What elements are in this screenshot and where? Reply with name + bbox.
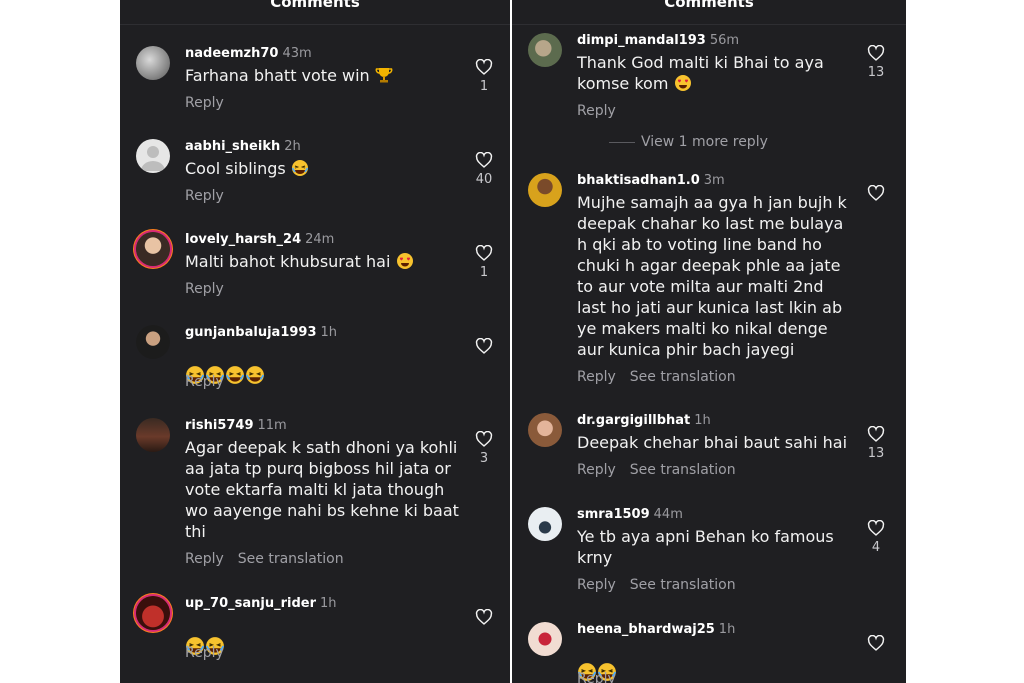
avatar[interactable] — [528, 622, 562, 656]
reply-button[interactable]: Reply — [185, 188, 224, 204]
heart-outline-icon — [475, 59, 493, 75]
timestamp: 44m — [653, 507, 683, 522]
laughing-face-icon — [245, 365, 265, 390]
username[interactable]: aabhi_sheikh — [185, 139, 280, 154]
like-button[interactable]: 40 — [472, 152, 496, 187]
comment-text: Ye tb aya apni Behan ko famous krny — [577, 527, 834, 567]
like-button[interactable]: 4 — [864, 520, 888, 555]
username[interactable]: lovely_harsh_24 — [185, 232, 301, 247]
see-translation-button[interactable]: See translation — [630, 369, 736, 385]
reply-button[interactable]: Reply — [185, 281, 224, 297]
username[interactable]: dr.gargigillbhat — [577, 413, 690, 428]
like-button[interactable] — [864, 635, 888, 651]
timestamp: 2h — [284, 139, 301, 154]
username[interactable]: up_70_sanju_rider — [185, 596, 316, 611]
like-button[interactable] — [472, 609, 496, 625]
see-translation-button[interactable]: See translation — [630, 577, 736, 593]
comment-text: Farhana bhatt vote win — [185, 65, 393, 89]
avatar[interactable] — [528, 173, 562, 207]
avatar[interactable] — [136, 232, 170, 266]
avatar[interactable] — [136, 418, 170, 452]
laughing-face-icon — [291, 159, 309, 182]
heart-outline-icon — [867, 185, 885, 201]
comment-text: Deepak chehar bhai baut sahi hai — [577, 433, 848, 452]
heart-outline-icon — [475, 152, 493, 168]
avatar[interactable] — [136, 596, 170, 630]
timestamp: 56m — [709, 33, 740, 48]
avatar[interactable] — [136, 325, 170, 359]
timestamp: 1h — [718, 622, 736, 637]
comments-panel-right: Comments dimpi_mandal193 56m Thank God ma… — [512, 0, 906, 683]
reply-button[interactable]: Reply — [185, 95, 224, 111]
avatar[interactable] — [136, 46, 170, 80]
heart-outline-icon — [475, 431, 493, 447]
like-button[interactable]: 13 — [864, 426, 888, 461]
like-count: 4 — [871, 540, 881, 555]
trophy-icon — [375, 66, 393, 89]
see-translation-button[interactable]: See translation — [630, 462, 736, 478]
timestamp: 3m — [703, 173, 725, 188]
heart-eyes-icon — [674, 74, 692, 97]
heart-outline-icon — [867, 45, 885, 61]
view-replies-button[interactable]: View 1 more reply — [609, 134, 768, 150]
heart-outline-icon — [475, 245, 493, 261]
timestamp: 1h — [320, 596, 337, 611]
panel-title: Comments — [270, 0, 360, 11]
username[interactable]: dimpi_mandal193 — [577, 33, 706, 48]
comment-text: Agar deepak k sath dhoni ya kohli aa jat… — [185, 438, 459, 541]
heart-outline-icon — [867, 520, 885, 536]
reply-button[interactable]: Reply — [185, 551, 224, 567]
heart-outline-icon — [475, 609, 493, 625]
heart-outline-icon — [867, 426, 885, 442]
reply-button[interactable]: Reply — [185, 645, 224, 661]
timestamp: 1h — [694, 413, 711, 428]
header-divider — [512, 24, 906, 25]
comment-text: Mujhe samajh aa gya h jan bujh k deepak … — [577, 193, 847, 359]
username[interactable]: bhaktisadhan1.0 — [577, 173, 700, 188]
timestamp: 1h — [320, 325, 338, 340]
like-button[interactable]: 3 — [472, 431, 496, 466]
username[interactable]: rishi5749 — [185, 418, 254, 433]
like-count: 1 — [479, 79, 489, 94]
reply-button[interactable]: Reply — [577, 577, 616, 593]
reply-button[interactable]: Reply — [185, 374, 224, 390]
like-button[interactable] — [864, 185, 888, 201]
like-button[interactable] — [472, 338, 496, 354]
avatar[interactable] — [528, 507, 562, 541]
comment-text: Cool siblings — [185, 158, 309, 182]
reply-button[interactable]: Reply — [577, 671, 616, 683]
default-profile-icon — [141, 146, 165, 171]
like-button[interactable]: 1 — [472, 59, 496, 94]
avatar[interactable] — [528, 413, 562, 447]
username[interactable]: gunjanbaluja1993 — [185, 325, 317, 340]
timestamp: 43m — [282, 46, 312, 61]
see-translation-button[interactable]: See translation — [238, 551, 344, 567]
timestamp: 11m — [257, 418, 287, 433]
comments-panel-left: Comments nadeemzh70 43m Farhana bhatt vot… — [120, 0, 510, 683]
avatar[interactable] — [528, 33, 562, 67]
like-count: 40 — [475, 172, 493, 187]
heart-outline-icon — [475, 338, 493, 354]
comment-text: Malti bahot khubsurat hai — [185, 251, 414, 275]
like-button[interactable]: 1 — [472, 245, 496, 280]
like-button[interactable]: 13 — [864, 45, 888, 80]
heart-outline-icon — [867, 635, 885, 651]
like-count: 13 — [867, 65, 885, 80]
username[interactable]: heena_bhardwaj25 — [577, 622, 715, 637]
like-count: 3 — [479, 451, 489, 466]
reply-button[interactable]: Reply — [577, 369, 616, 385]
reply-button[interactable]: Reply — [577, 462, 616, 478]
comment-text: Thank God malti ki Bhai to aya komse kom — [577, 52, 824, 97]
like-count: 13 — [867, 446, 885, 461]
header-divider — [120, 24, 510, 25]
panel-title: Comments — [664, 0, 754, 11]
timestamp: 24m — [305, 232, 335, 247]
reply-button[interactable]: Reply — [577, 103, 616, 119]
username[interactable]: nadeemzh70 — [185, 46, 278, 61]
username[interactable]: smra1509 — [577, 507, 650, 522]
avatar[interactable] — [136, 139, 170, 173]
like-count: 1 — [479, 265, 489, 280]
heart-eyes-icon — [396, 252, 414, 275]
